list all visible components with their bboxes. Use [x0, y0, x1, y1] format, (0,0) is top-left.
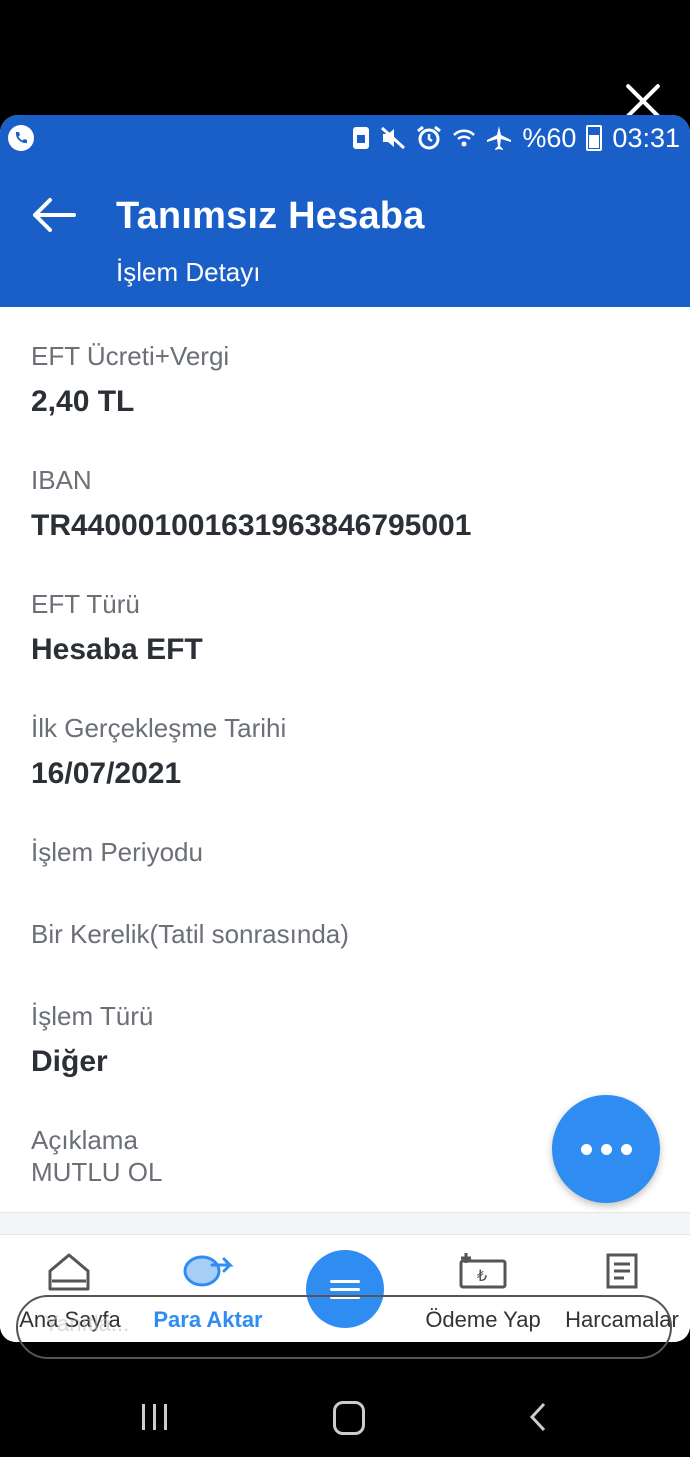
fee-value: 2,40 TL	[31, 385, 135, 418]
status-icons: %60 03:31	[352, 123, 680, 153]
battery-percent: %60	[522, 122, 577, 153]
alarm-icon	[417, 125, 442, 150]
more-dot-icon	[580, 1143, 592, 1155]
transaction-type-label: İşlem Türü	[31, 1001, 154, 1031]
home-icon	[48, 1253, 90, 1291]
home-button-icon[interactable]	[333, 1401, 365, 1435]
period-value: Bir Kerelik(Tatil sonrasında)	[31, 919, 349, 949]
system-back-icon[interactable]	[528, 1402, 548, 1432]
receipt-icon	[606, 1253, 638, 1289]
back-arrow-icon[interactable]	[30, 195, 76, 235]
page-subtitle: İşlem Detayı	[116, 257, 261, 287]
page-title: Tanımsız Hesaba	[116, 195, 425, 237]
fee-label: EFT Ücreti+Vergi	[31, 341, 230, 371]
menu-icon-line	[330, 1288, 360, 1291]
divider	[0, 1212, 690, 1235]
recent-apps-icon[interactable]	[142, 1404, 167, 1430]
sim-lock-icon	[353, 127, 370, 149]
period-label: İşlem Periyodu	[31, 837, 203, 867]
description-value: MUTLU OL	[31, 1157, 163, 1187]
app-header: Tanımsız Hesaba İşlem Detayı	[0, 161, 690, 307]
first-date-label: İlk Gerçekleşme Tarihi	[31, 713, 287, 743]
more-dot-icon	[600, 1143, 612, 1155]
iban-label: IBAN	[31, 465, 92, 495]
mute-icon	[381, 126, 406, 150]
airplane-icon	[487, 126, 512, 150]
eft-type-value: Hesaba EFT	[31, 633, 203, 666]
system-navigation-bar	[0, 1380, 690, 1457]
first-date-value: 16/07/2021	[31, 757, 182, 790]
transaction-type-value: Diğer	[31, 1045, 108, 1078]
menu-icon	[330, 1280, 360, 1283]
svg-text:₺: ₺	[477, 1266, 487, 1285]
iban-value: TR440001001631963846795001	[31, 509, 472, 542]
more-dot-icon	[620, 1143, 632, 1155]
wifi-icon	[453, 129, 476, 147]
money-transfer-icon	[183, 1255, 234, 1287]
battery-icon	[586, 125, 603, 151]
description-label: Açıklama	[31, 1125, 138, 1155]
status-bar: %60 03:31	[0, 115, 690, 161]
reply-input-ghost: Yanıtla...	[16, 1295, 672, 1359]
eft-type-label: EFT Türü	[31, 589, 140, 619]
payment-icon: ₺	[459, 1253, 507, 1289]
app-screen: %60 03:31 Tanımsız Hesaba İşlem Detayı E…	[0, 115, 690, 1342]
whatsapp-call-icon	[8, 125, 34, 151]
more-options-button[interactable]	[552, 1095, 660, 1203]
status-time: 03:31	[612, 122, 680, 153]
reply-placeholder: Yanıtla...	[44, 1311, 130, 1336]
